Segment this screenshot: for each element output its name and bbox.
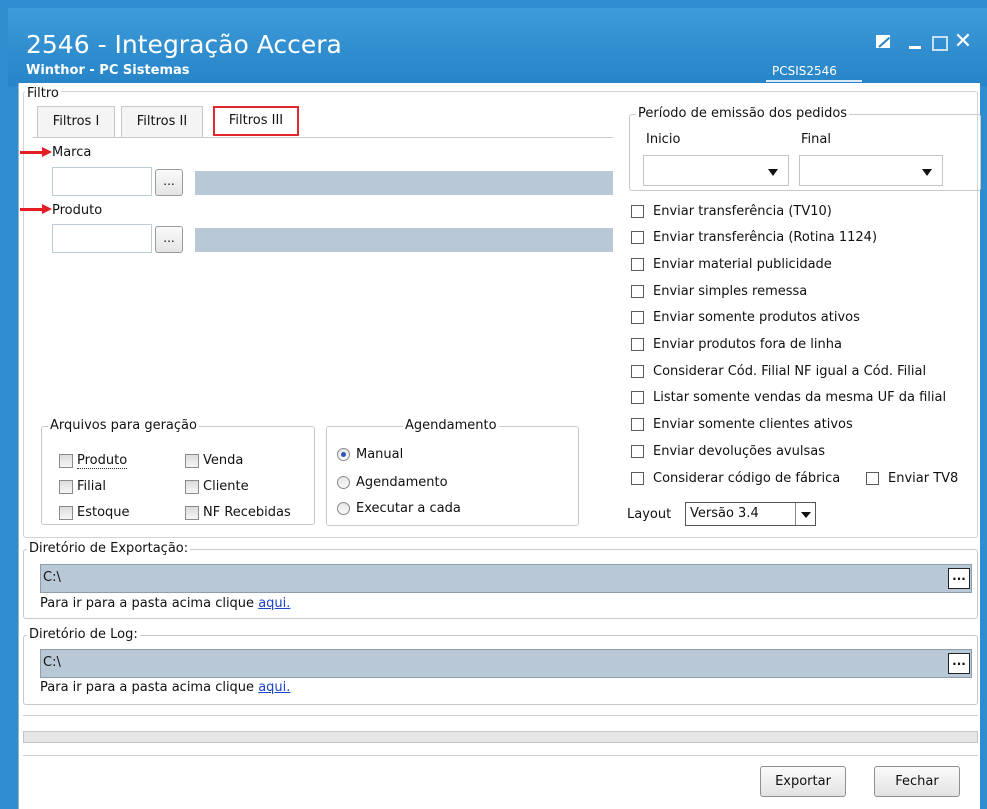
maximize-icon[interactable] <box>929 33 949 51</box>
exportar-button[interactable]: Exportar <box>760 766 846 797</box>
log-dir-legend: Diretório de Log: <box>27 627 140 642</box>
option-cod-filial-nf[interactable]: Considerar Cód. Filial NF igual a Cód. F… <box>631 364 926 384</box>
log-dir-link[interactable]: aqui. <box>258 680 290 695</box>
final-date-picker[interactable] <box>799 155 943 186</box>
checkbox[interactable] <box>631 258 644 271</box>
export-dir-field[interactable]: C:\ ... <box>40 564 972 593</box>
marca-code-input[interactable] <box>52 167 152 196</box>
option-material-publicidade[interactable]: Enviar material publicidade <box>631 257 832 277</box>
option-produtos-ativos[interactable]: Enviar somente produtos ativos <box>631 310 860 330</box>
checkbox[interactable] <box>185 505 199 520</box>
option-fora-de-linha[interactable]: Enviar produtos fora de linha <box>631 337 842 357</box>
window-subtitle: Winthor - PC Sistemas <box>26 63 190 78</box>
produto-code-input[interactable] <box>52 224 152 253</box>
radio-agendamento[interactable]: Agendamento <box>337 475 448 495</box>
arquivo-venda[interactable]: Venda <box>185 453 243 473</box>
routine-code: PCSIS2546 <box>772 64 837 78</box>
log-dir-browse-button[interactable]: ... <box>948 653 970 674</box>
inicio-label: Inicio <box>646 132 681 147</box>
marca-search-button[interactable]: ... <box>155 169 183 196</box>
red-arrow-icon <box>20 147 52 157</box>
red-arrow-icon <box>20 204 52 214</box>
progress-bar <box>23 731 978 743</box>
produto-description-field <box>195 228 613 252</box>
option-devolucoes-avulsas[interactable]: Enviar devoluções avulsas <box>631 444 825 464</box>
separator <box>23 715 978 716</box>
checkbox[interactable] <box>631 285 644 298</box>
checkbox[interactable] <box>631 338 644 351</box>
option-enviar-tv8[interactable]: Enviar TV8 <box>866 471 958 491</box>
checkbox[interactable] <box>631 311 644 324</box>
checkbox[interactable] <box>631 231 644 244</box>
periodo-legend: Período de emissão dos pedidos <box>636 106 850 121</box>
arquivos-legend: Arquivos para geração <box>48 418 199 433</box>
checkbox[interactable] <box>185 479 199 494</box>
window-title: 2546 - Integração Accera <box>26 30 342 59</box>
radio-executar-a-cada[interactable]: Executar a cada <box>337 501 461 521</box>
title-bar: 2546 - Integração Accera Winthor - PC Si… <box>8 8 987 86</box>
option-transferencia-rotina[interactable]: Enviar transferência (Rotina 1124) <box>631 230 877 250</box>
layout-select[interactable]: Versão 3.4 <box>685 502 816 526</box>
option-simples-remessa[interactable]: Enviar simples remessa <box>631 284 807 304</box>
agendamento-legend: Agendamento <box>403 418 499 433</box>
chevron-down-icon[interactable] <box>795 503 815 525</box>
tab-filtros-ii[interactable]: Filtros II <box>121 106 203 137</box>
radio-button[interactable] <box>337 476 350 489</box>
checkbox[interactable] <box>631 472 644 485</box>
radio-button[interactable] <box>337 448 350 461</box>
marca-description-field <box>195 171 613 195</box>
checkbox[interactable] <box>631 205 644 218</box>
arquivo-filial[interactable]: Filial <box>59 479 106 499</box>
app-window: 2546 - Integração Accera Winthor - PC Si… <box>0 0 987 809</box>
arquivo-produto[interactable]: Produto <box>59 453 128 473</box>
checkbox[interactable] <box>631 365 644 378</box>
export-dir-link[interactable]: aqui. <box>258 596 290 611</box>
checkbox[interactable] <box>185 453 199 468</box>
chevron-down-icon <box>922 169 932 176</box>
final-label: Final <box>801 132 831 147</box>
arquivo-estoque[interactable]: Estoque <box>59 505 130 525</box>
tab-underline <box>33 137 613 138</box>
log-dir-value: C:\ <box>43 655 61 670</box>
checkbox[interactable] <box>631 391 644 404</box>
separator <box>23 755 978 756</box>
chevron-down-icon <box>768 169 778 176</box>
export-dir-hint: Para ir para a pasta acima clique aqui. <box>40 596 291 611</box>
log-dir-hint: Para ir para a pasta acima clique aqui. <box>40 680 291 695</box>
checkbox[interactable] <box>59 479 73 494</box>
routine-code-underline <box>766 80 862 82</box>
tab-filtros-iii[interactable]: Filtros III <box>213 106 299 136</box>
checkbox[interactable] <box>59 505 73 520</box>
tab-filtros-i[interactable]: Filtros I <box>37 106 115 137</box>
export-dir-browse-button[interactable]: ... <box>948 568 970 589</box>
close-icon[interactable]: ✕ <box>953 31 973 53</box>
export-dir-value: C:\ <box>43 570 61 585</box>
marca-label: Marca <box>52 145 92 160</box>
restore-icon[interactable] <box>874 33 894 51</box>
fechar-button[interactable]: Fechar <box>874 766 960 797</box>
layout-label: Layout <box>627 507 672 522</box>
option-codigo-fabrica[interactable]: Considerar código de fábrica <box>631 471 840 491</box>
checkbox[interactable] <box>866 472 879 485</box>
checkbox[interactable] <box>59 453 73 468</box>
log-dir-field[interactable]: C:\ ... <box>40 649 972 678</box>
option-mesma-uf[interactable]: Listar somente vendas da mesma UF da fil… <box>631 390 946 410</box>
produto-search-button[interactable]: ... <box>155 226 183 253</box>
checkbox[interactable] <box>631 418 644 431</box>
option-clientes-ativos[interactable]: Enviar somente clientes ativos <box>631 417 853 437</box>
client-area: Filtro Filtros I Filtros II Filtros III … <box>18 83 981 809</box>
layout-value: Versão 3.4 <box>690 506 759 521</box>
radio-button[interactable] <box>337 502 350 515</box>
inicio-date-picker[interactable] <box>643 155 789 186</box>
checkbox[interactable] <box>631 445 644 458</box>
arquivo-nf-recebidas[interactable]: NF Recebidas <box>185 505 291 525</box>
filtro-legend: Filtro <box>25 86 61 101</box>
radio-manual[interactable]: Manual <box>337 447 403 467</box>
option-transferencia-tv10[interactable]: Enviar transferência (TV10) <box>631 204 832 224</box>
arquivo-cliente[interactable]: Cliente <box>185 479 249 499</box>
export-dir-legend: Diretório de Exportação: <box>27 541 191 556</box>
produto-label: Produto <box>52 203 103 218</box>
minimize-icon[interactable] <box>906 33 926 51</box>
